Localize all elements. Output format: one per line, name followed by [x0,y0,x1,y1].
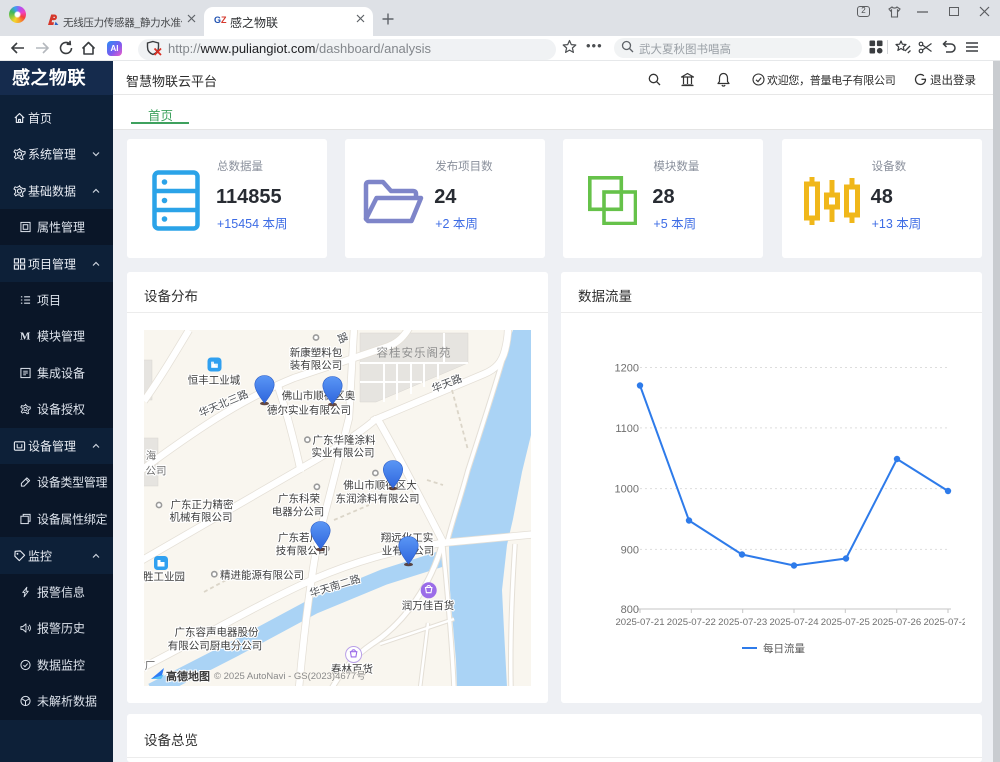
svg-text:佛山市顺德区大: 佛山市顺德区大 [343,479,417,492]
svg-text:公司: 公司 [146,465,167,477]
svg-text:800: 800 [621,604,639,616]
svg-text:润万佳百货: 润万佳百货 [402,599,455,612]
svg-text:实业有限公司: 实业有限公司 [312,446,375,459]
svg-text:2025-07-22: 2025-07-22 [667,617,716,628]
svg-text:胜工业园: 胜工业园 [144,571,185,583]
svg-text:1000: 1000 [615,483,639,495]
svg-text:2025-07-26: 2025-07-26 [872,617,921,628]
svg-text:2025-07-21: 2025-07-21 [615,617,664,628]
svg-text:机械有限公司: 机械有限公司 [170,511,233,524]
svg-text:2025-07-23: 2025-07-23 [718,617,767,628]
svg-text:东润涂料有限公司: 东润涂料有限公司 [336,492,420,505]
svg-text:2025-07-24: 2025-07-24 [769,617,819,628]
svg-text:装有限公司: 装有限公司 [290,359,343,372]
svg-text:恒丰工业城: 恒丰工业城 [188,374,241,387]
svg-text:佛山市顺德区奥: 佛山市顺德区奥 [282,389,356,402]
svg-text:广东正力精密: 广东正力精密 [171,498,234,511]
svg-text:广东科荣: 广东科荣 [278,492,320,505]
svg-text:广东容声电器股份: 广东容声电器股份 [175,626,259,639]
svg-text:900: 900 [621,544,639,556]
svg-text:2025-07-25: 2025-07-25 [821,617,870,628]
svg-text:© 2025 AutoNavi - GS(2023)4677: © 2025 AutoNavi - GS(2023)4677号 [214,671,366,682]
svg-text:每日流量: 每日流量 [763,642,805,655]
svg-text:新康塑料包: 新康塑料包 [290,346,343,359]
svg-text:有限公司厨电分公司: 有限公司厨电分公司 [168,639,263,652]
svg-text:精进能源有限公司: 精进能源有限公司 [220,569,304,582]
svg-text:容桂安乐阁苑: 容桂安乐阁苑 [377,346,452,360]
svg-text:1200: 1200 [615,362,639,374]
svg-text:德尔实业有限公司: 德尔实业有限公司 [267,404,351,417]
svg-text:广东华隆涂料: 广东华隆涂料 [313,434,376,447]
svg-text:厂: 厂 [145,660,156,672]
svg-text:1100: 1100 [615,422,639,434]
svg-text:高德地图: 高德地图 [166,669,210,683]
svg-text:海: 海 [146,449,157,462]
svg-text:电器分公司: 电器分公司 [272,505,325,518]
